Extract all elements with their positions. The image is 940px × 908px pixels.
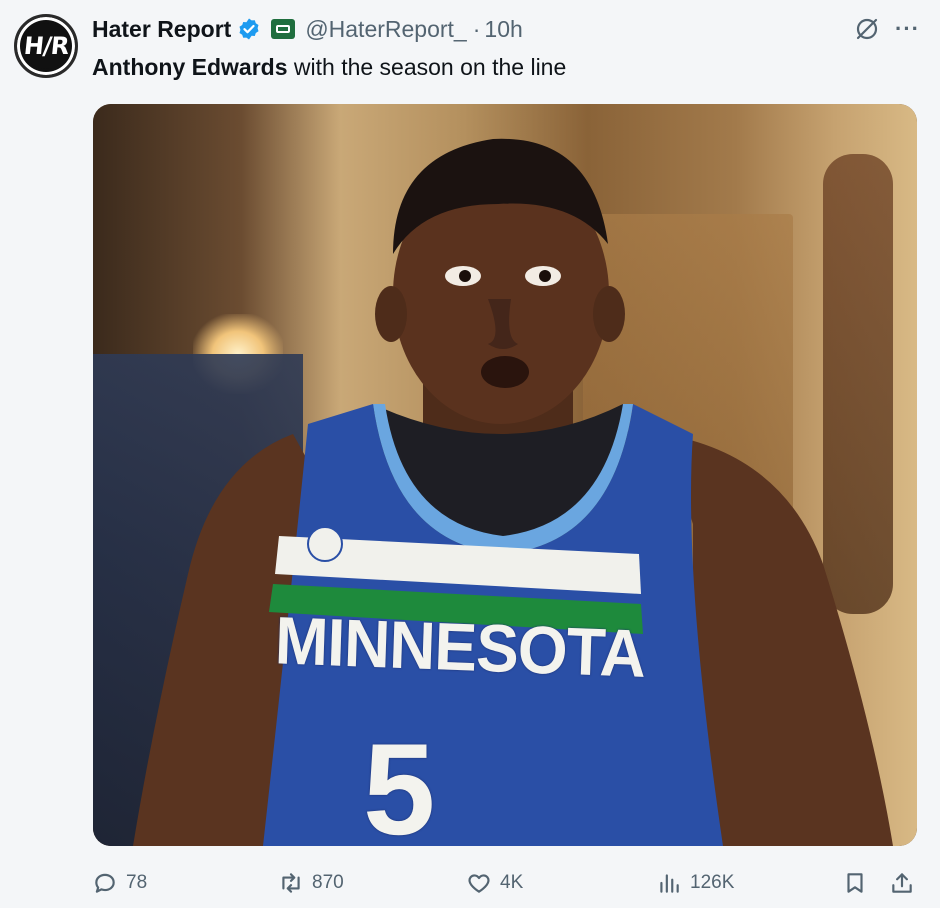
repost-count: 870 <box>312 872 344 893</box>
separator-dot: · <box>472 15 481 42</box>
repost-icon <box>282 873 300 893</box>
like-button[interactable]: 4K <box>466 868 523 898</box>
reply-button[interactable]: 78 <box>92 868 147 898</box>
bookmark-button[interactable] <box>842 868 868 898</box>
reply-count: 78 <box>126 872 148 893</box>
header-actions: ··· <box>853 14 920 44</box>
share-icon <box>892 873 912 893</box>
views-chart-icon <box>660 874 679 893</box>
tweet-media-image[interactable]: MINNESOTA 5 <box>93 104 917 846</box>
player-figure <box>133 138 893 846</box>
handle[interactable]: @HaterReport_ <box>305 16 466 43</box>
verified-badge-icon <box>239 18 259 40</box>
more-options-icon[interactable]: ··· <box>895 16 920 42</box>
affiliate-badge-icon[interactable] <box>271 19 296 39</box>
bookmark-icon <box>847 873 863 893</box>
views-count: 126K <box>690 872 735 893</box>
tweet-header: Hater Report @HaterReport_ · 10h ··· <box>92 14 920 44</box>
grok-icon[interactable] <box>853 15 881 43</box>
timestamp[interactable]: 10h <box>484 16 522 43</box>
share-button[interactable] <box>889 868 915 898</box>
tweet[interactable]: H/R Hater Report @HaterReport_ · 10h ···… <box>0 0 940 908</box>
tweet-text: Anthony Edwards with the season on the l… <box>92 54 566 81</box>
avatar-logo: H/R <box>22 32 70 60</box>
repost-button[interactable]: 870 <box>278 868 344 898</box>
action-bar: 78 870 4K 126K <box>92 868 922 898</box>
tweet-text-bold: Anthony Edwards <box>92 54 288 80</box>
tweet-text-rest: with the season on the line <box>287 54 567 80</box>
jersey-text: MINNESOTA <box>273 602 647 692</box>
display-name[interactable]: Hater Report <box>92 16 231 43</box>
avatar[interactable]: H/R <box>14 14 78 78</box>
views-button[interactable]: 126K <box>656 868 734 898</box>
like-count: 4K <box>500 872 524 893</box>
jersey-number: 5 <box>363 716 436 846</box>
reply-icon <box>95 873 115 893</box>
heart-icon <box>468 874 490 893</box>
